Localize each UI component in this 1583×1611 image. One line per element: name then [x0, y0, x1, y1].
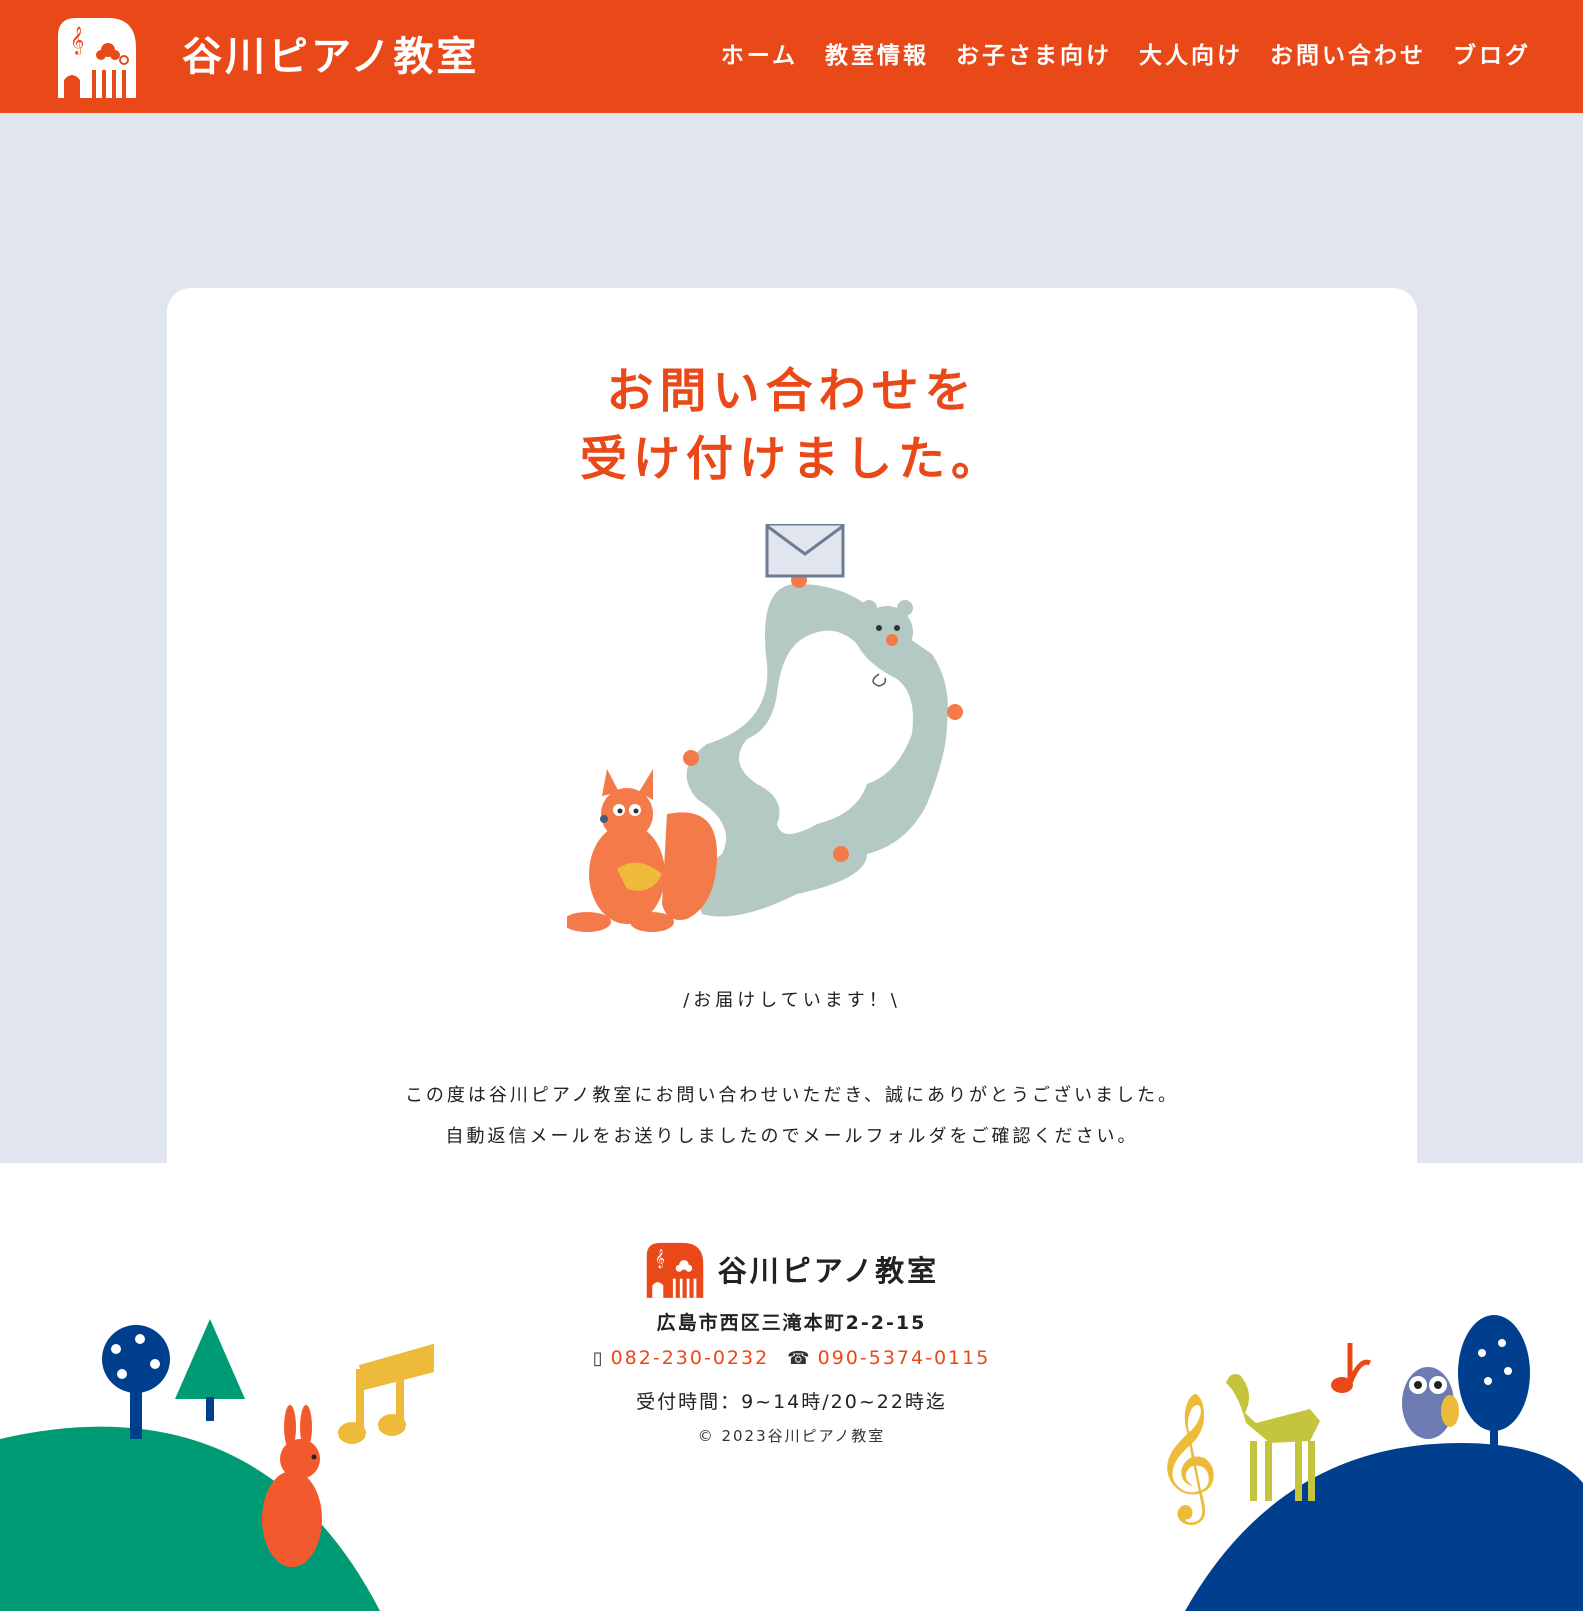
main-section: お問い合わせを 受け付けました。 /お届けしています！\ この度は谷川ピアノ教室… [0, 113, 1583, 1214]
forest-hill-left-decoration [0, 1319, 434, 1611]
thank-you-message-line-2: 自動返信メールをお送りしましたのでメールフォルダをご確認ください。 [445, 1126, 1139, 1147]
forest-hill-right-decoration: 𝄞 [1160, 1315, 1583, 1611]
site-header: 𝄞 谷川ピアノ教室 ホーム 教室情報 お子さま向け 大人向け お問い合わせ ブロ… [0, 0, 1583, 113]
piano-house-logo-icon[interactable]: 𝄞 [50, 14, 140, 98]
thank-you-message: この度は谷川ピアノ教室にお問い合わせいただき、誠にありがとうございました。 自動… [167, 1075, 1417, 1157]
confirmation-card: お問い合わせを 受け付けました。 /お届けしています！\ この度は谷川ピアノ教室… [167, 288, 1417, 1214]
phone-1-link[interactable]: 082-230-0232 [611, 1347, 770, 1369]
phone-1: ▯ 082-230-0232 [593, 1347, 770, 1369]
piano-house-logo-icon[interactable]: 𝄞 [644, 1239, 706, 1299]
delivery-tagline: /お届けしています！\ [683, 990, 901, 1011]
squirrels-delivering-envelope-illustration [567, 524, 963, 932]
page-title: お問い合わせを 受け付けました。 [167, 358, 1417, 494]
phone-2: ☎ 090-5374-0115 [787, 1347, 990, 1369]
footer-title: 谷川ピアノ教室 [717, 1254, 940, 1288]
telephone-icon: ☎ [787, 1347, 812, 1369]
main-nav: ホーム 教室情報 お子さま向け 大人向け お問い合わせ ブログ [721, 38, 1531, 74]
site-title[interactable]: 谷川ピアノ教室 [182, 30, 479, 84]
nav-item-home[interactable]: ホーム [721, 38, 798, 74]
site-footer: 𝄞 谷川ピアノ教室 広島市西区三滝本町2-2-15 ▯ 082-230-0232… [0, 1163, 1583, 1611]
thank-you-message-line-1: この度は谷川ピアノ教室にお問い合わせいただき、誠にありがとうございました。 [404, 1085, 1180, 1106]
nav-item-for-adults[interactable]: 大人向け [1139, 38, 1243, 74]
nav-item-blog[interactable]: ブログ [1453, 38, 1531, 74]
page-title-line-1: お問い合わせを [606, 364, 978, 419]
svg-text:𝄞: 𝄞 [1160, 1391, 1219, 1525]
nav-item-contact[interactable]: お問い合わせ [1270, 38, 1426, 74]
svg-text:𝄞: 𝄞 [70, 26, 84, 55]
phone-2-link[interactable]: 090-5374-0115 [818, 1347, 991, 1369]
nav-item-classroom-info[interactable]: 教室情報 [825, 38, 929, 74]
svg-text:𝄞: 𝄞 [655, 1248, 665, 1268]
nav-item-for-children[interactable]: お子さま向け [956, 38, 1112, 74]
page-title-line-2: 受け付けました。 [580, 432, 1004, 487]
footer-brand: 𝄞 谷川ピアノ教室 [0, 1239, 1583, 1299]
mobile-phone-icon: ▯ [592, 1347, 605, 1369]
